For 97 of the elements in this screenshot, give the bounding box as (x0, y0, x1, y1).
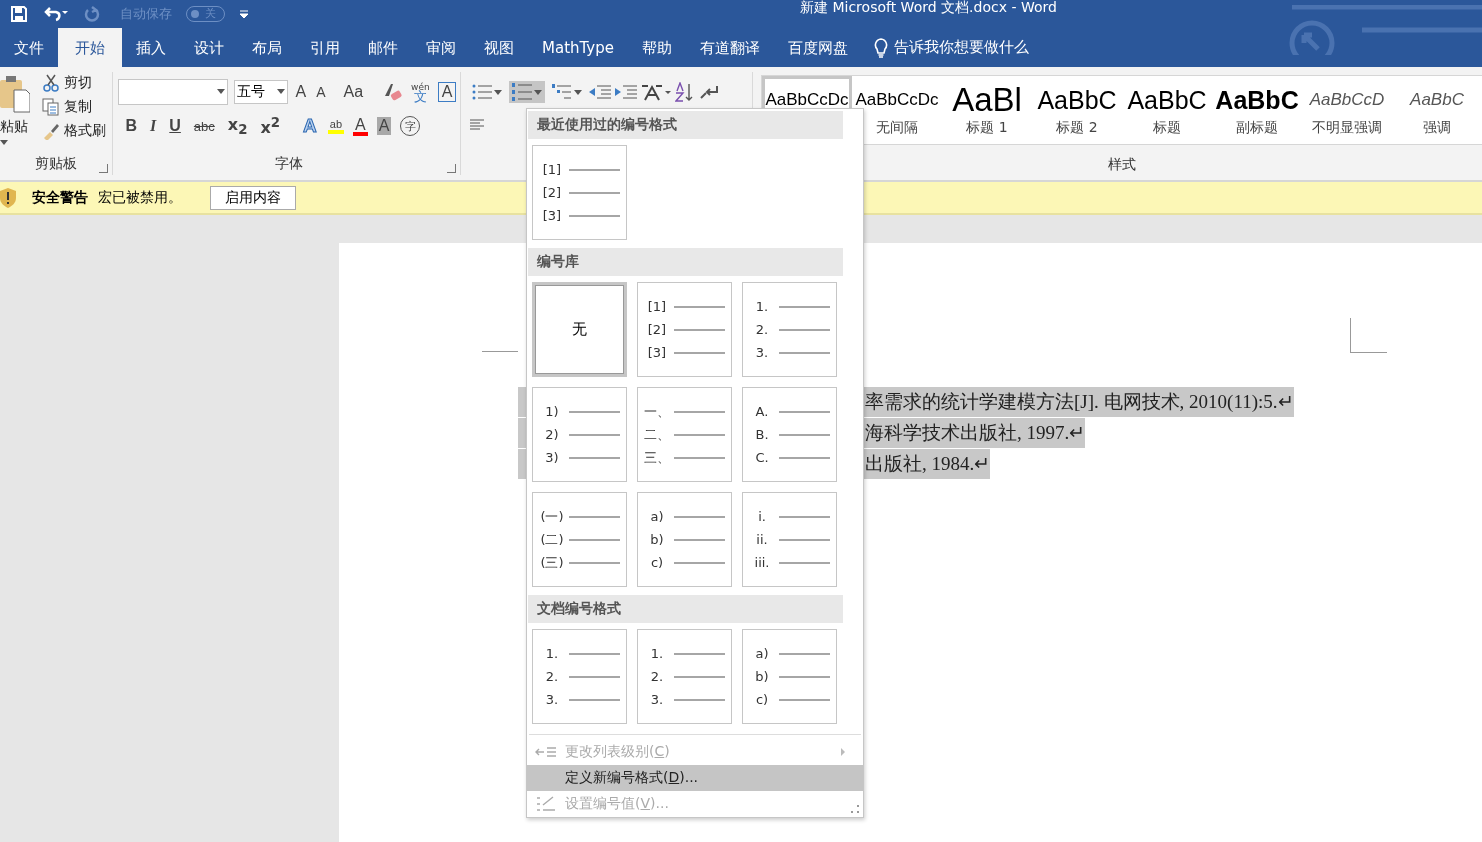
ribbon-tab[interactable]: 邮件 (354, 28, 412, 67)
undo-icon[interactable] (42, 5, 68, 23)
ribbon-tab[interactable]: 审阅 (412, 28, 470, 67)
warning-text: 宏已被禁用。 (98, 188, 182, 207)
paste-button[interactable]: 粘贴 (0, 72, 34, 155)
paintbrush-icon (42, 122, 60, 140)
ribbon-tab[interactable]: 开始 (58, 28, 122, 67)
cut-button[interactable]: 剪切 (42, 74, 106, 92)
numbering-format-tile[interactable]: 1. 2. 3. (742, 282, 837, 377)
superscript-button[interactable]: x$^{2}$ (258, 115, 283, 138)
bullet-list-icon (471, 84, 492, 100)
ribbon-tab[interactable]: 有道翻译 (686, 28, 774, 67)
dropdown-caret-icon (533, 89, 542, 95)
numbering-format-tile[interactable]: 无 (532, 282, 627, 377)
numbering-button[interactable] (508, 81, 545, 103)
show-marks-icon[interactable] (698, 83, 719, 101)
dropdown-caret-icon (0, 140, 8, 145)
redo-icon (82, 5, 100, 23)
dialog-launcher-icon[interactable] (446, 164, 456, 173)
group-label: 剪贴板 (34, 155, 77, 171)
character-border-button[interactable]: A (437, 82, 457, 102)
style-item[interactable]: AaBbC 副标题 (1212, 76, 1302, 145)
font-size-field[interactable]: 五号 (233, 80, 288, 104)
subscript-button[interactable]: x$_{2}$ (225, 115, 250, 138)
dropdown-caret-icon (573, 89, 582, 95)
crop-mark (1350, 318, 1387, 353)
numbered-list-icon (511, 83, 532, 101)
ribbon-tab[interactable]: 百度网盘 (774, 28, 862, 67)
copy-icon (42, 98, 60, 116)
numbering-format-tile[interactable]: (一) (二) (三) (532, 492, 627, 587)
tell-me-text: 告诉我你想要做什么 (894, 38, 1029, 57)
shrink-font-button[interactable]: A (314, 84, 328, 100)
numbering-format-tile[interactable]: i. ii. iii. (742, 492, 837, 587)
highlight-button[interactable]: ab (327, 118, 345, 135)
warning-title: 安全警告 (32, 188, 88, 207)
strikethrough-button[interactable]: abc (191, 118, 217, 134)
copy-button[interactable]: 复制 (42, 98, 106, 116)
resize-grip-icon[interactable] (851, 805, 859, 813)
ribbon-tab[interactable]: 文件 (0, 28, 58, 67)
ribbon-tab[interactable]: 视图 (470, 28, 528, 67)
warning-shield-icon (0, 187, 16, 208)
italic-button[interactable]: I (148, 117, 159, 136)
change-case-button[interactable]: Aa (341, 83, 366, 101)
numbering-format-tile[interactable]: [1] [2] [3] (637, 282, 732, 377)
ribbon-tab[interactable]: MathType (528, 28, 628, 67)
multilevel-list-icon (551, 84, 572, 100)
numbering-format-tile[interactable]: a) b) c) (742, 629, 837, 724)
section-header: 编号库 (528, 248, 843, 276)
ribbon-tab[interactable]: 设计 (180, 28, 238, 67)
group-label: 样式 (1107, 156, 1136, 173)
save-icon[interactable] (10, 5, 28, 23)
numbering-format-tile[interactable]: 1. 2. 3. (637, 629, 732, 724)
autosave-label: 自动保存 (120, 5, 172, 23)
enable-content-button[interactable]: 启用内容 (210, 185, 296, 210)
style-item[interactable]: AaBbCcDc 无间隔 (852, 76, 942, 145)
phonetic-guide-button[interactable]: wén 文 (409, 82, 432, 102)
asian-layout-icon[interactable] (640, 83, 671, 101)
numbering-format-tile[interactable]: 一、 二、 三、 (637, 387, 732, 482)
numbering-format-tile[interactable]: 1. 2. 3. (532, 629, 627, 724)
section-header: 文档编号格式 (528, 595, 843, 623)
numbering-format-tile[interactable]: 1) 2) 3) (532, 387, 627, 482)
section-header: 最近使用过的编号格式 (528, 111, 843, 139)
style-item[interactable]: AaBbCcD 不明显强调 (1302, 76, 1392, 145)
dropdown-caret-icon (274, 89, 287, 95)
font-name-field[interactable] (117, 79, 228, 105)
customize-icon[interactable] (239, 8, 249, 20)
numbering-format-tile[interactable]: [1] [2] [3] (532, 145, 627, 240)
dialog-launcher-icon[interactable] (98, 164, 108, 173)
numbering-format-tile[interactable]: A. B. C. (742, 387, 837, 482)
style-item[interactable]: AaBbC 标题 2 (1032, 76, 1122, 145)
crop-mark (482, 351, 518, 352)
style-item[interactable]: AaBl 标题 1 (942, 76, 1032, 145)
character-shading-button[interactable]: A (376, 117, 392, 136)
numbering-format-tile[interactable]: a) b) c) (637, 492, 732, 587)
dropdown-caret-icon (493, 89, 502, 95)
increase-indent-icon[interactable] (614, 84, 637, 100)
decrease-indent-icon[interactable] (588, 84, 611, 100)
style-item[interactable]: AaBbC 强调 (1392, 76, 1482, 145)
lightbulb-icon (874, 37, 888, 58)
font-color-button[interactable]: A (353, 116, 368, 136)
style-item[interactable]: AaBbC 标题 (1122, 76, 1212, 145)
tell-me-search[interactable]: 告诉我你想要做什么 (874, 28, 1029, 67)
ribbon-tab[interactable]: 布局 (238, 28, 296, 67)
ribbon-tab[interactable]: 引用 (296, 28, 354, 67)
menu-item[interactable]: 定义新编号格式(D)... (527, 764, 863, 791)
window-title: 新建 Microsoft Word 文档.docx - Word (800, 0, 1057, 14)
bold-button[interactable]: B (123, 117, 140, 136)
ribbon-tab[interactable]: 插入 (122, 28, 180, 67)
sort-icon[interactable] (674, 82, 695, 102)
format-painter-button[interactable]: 格式刷 (42, 122, 106, 140)
numbering-value-icon (535, 794, 557, 813)
scissors-icon (42, 74, 60, 92)
grow-font-button[interactable]: A (293, 83, 309, 101)
underline-button[interactable]: U (167, 117, 183, 136)
dropdown-caret-icon (214, 89, 227, 95)
group-label: 字体 (274, 155, 303, 171)
ribbon-tab[interactable]: 帮助 (628, 28, 686, 67)
